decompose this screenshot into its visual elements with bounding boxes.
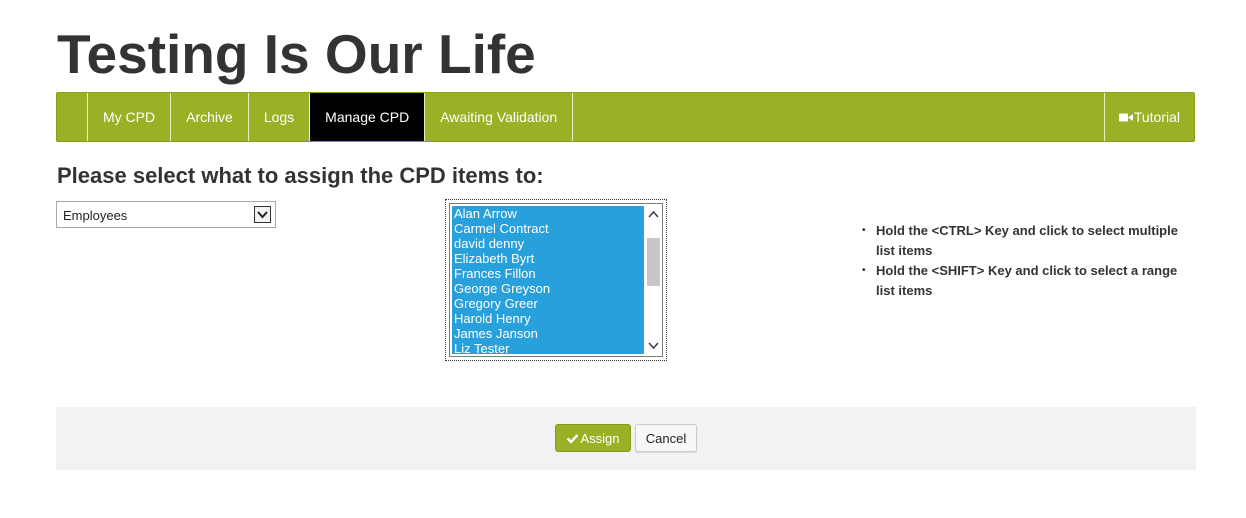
chevron-down-icon[interactable] xyxy=(645,337,662,354)
assign-type-select[interactable]: Employees xyxy=(56,201,276,228)
list-item[interactable]: Elizabeth Byrt xyxy=(452,251,644,266)
nav-item-my-cpd[interactable]: My CPD xyxy=(88,93,172,141)
nav-item-logs[interactable]: Logs xyxy=(249,93,311,141)
list-item[interactable]: George Greyson xyxy=(452,281,644,296)
video-camera-icon xyxy=(1118,113,1133,121)
select-dropdown-button[interactable] xyxy=(254,206,271,223)
nav-right: Tutorial xyxy=(1103,93,1194,141)
employee-listbox[interactable]: Alan Arrow Carmel Contract david denny E… xyxy=(449,203,663,357)
list-item[interactable]: Alan Arrow xyxy=(452,206,644,221)
list-item[interactable]: James Janson xyxy=(452,326,644,341)
employee-list-items: Alan Arrow Carmel Contract david denny E… xyxy=(452,206,644,356)
nav-item-archive[interactable]: Archive xyxy=(171,93,249,141)
assign-type-value: Employees xyxy=(63,208,128,223)
assign-label: Assign xyxy=(580,430,620,446)
employee-listbox-focus: Alan Arrow Carmel Contract david denny E… xyxy=(445,199,667,361)
hint-ctrl: Hold the <CTRL> Key and click to select … xyxy=(862,221,1182,261)
assign-button[interactable]: Assign xyxy=(555,424,631,452)
main-navbar: My CPD Archive Logs Manage CPD Awaiting … xyxy=(56,92,1195,142)
list-item[interactable]: Carmel Contract xyxy=(452,221,644,236)
selection-hints: Hold the <CTRL> Key and click to select … xyxy=(862,221,1182,301)
list-item[interactable]: Gregory Greer xyxy=(452,296,644,311)
scrollbar-thumb[interactable] xyxy=(647,238,660,286)
list-scrollbar[interactable] xyxy=(645,204,662,356)
check-icon xyxy=(567,433,579,444)
tutorial-label: Tutorial xyxy=(1133,109,1180,125)
list-item[interactable]: Frances Fillon xyxy=(452,266,644,281)
chevron-up-icon[interactable] xyxy=(645,206,662,223)
tutorial-link[interactable]: Tutorial xyxy=(1105,93,1194,141)
page: Testing Is Our Life My CPD Archive Logs … xyxy=(0,0,1246,518)
hint-shift: Hold the <SHIFT> Key and click to select… xyxy=(862,261,1182,301)
nav-menu: My CPD Archive Logs Manage CPD Awaiting … xyxy=(87,93,574,141)
list-item[interactable]: Harold Henry xyxy=(452,311,644,326)
nav-item-awaiting-validation[interactable]: Awaiting Validation xyxy=(425,93,574,141)
list-item[interactable]: Liz Tester xyxy=(452,341,644,356)
chevron-down-icon xyxy=(257,211,268,219)
action-bar: Assign Cancel xyxy=(56,407,1196,470)
list-item[interactable]: david denny xyxy=(452,236,644,251)
nav-item-manage-cpd[interactable]: Manage CPD xyxy=(310,93,426,141)
site-title: Testing Is Our Life xyxy=(57,23,536,85)
assign-heading: Please select what to assign the CPD ite… xyxy=(57,163,544,188)
cancel-button[interactable]: Cancel xyxy=(635,424,697,452)
